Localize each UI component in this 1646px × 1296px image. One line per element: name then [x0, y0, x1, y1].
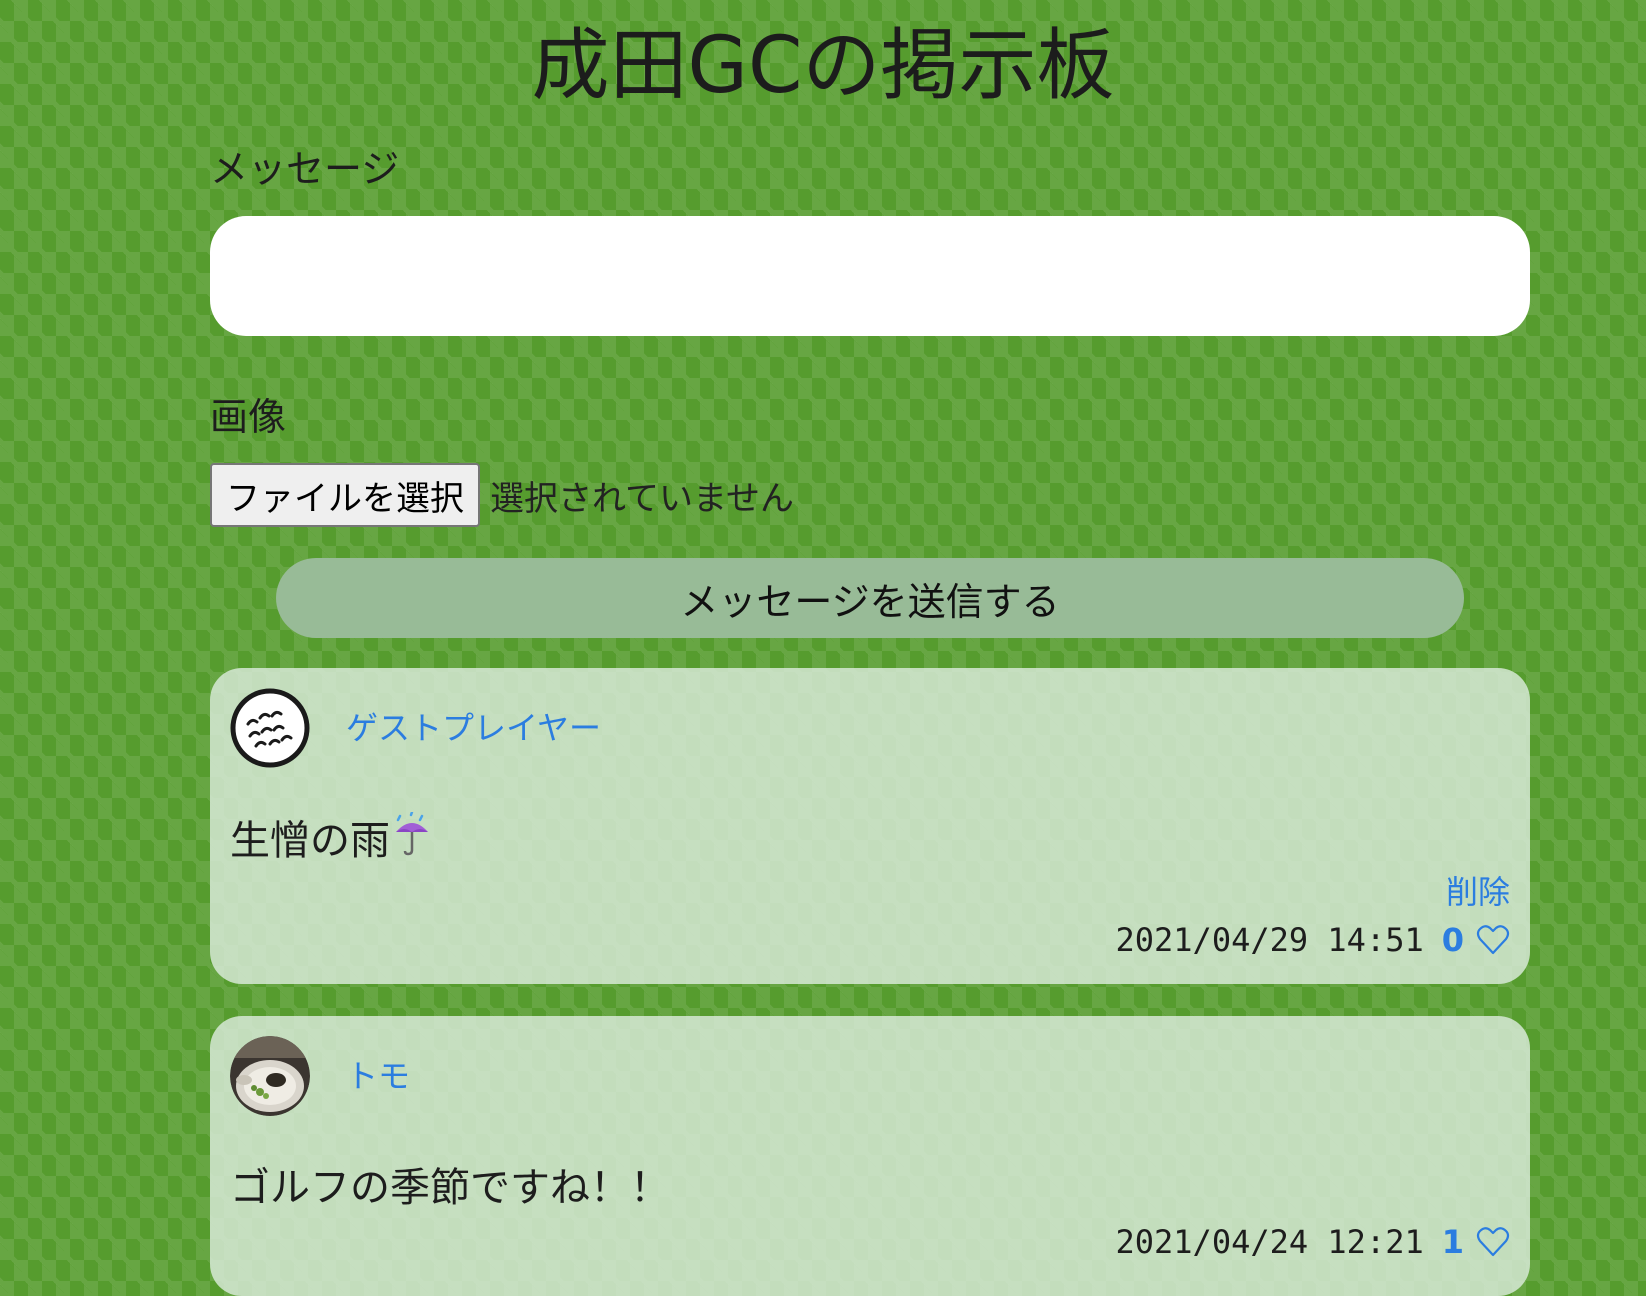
- image-label: 画像: [210, 395, 287, 439]
- post-timestamp: 2021/04/29 14:51: [1115, 921, 1424, 959]
- post-meta: 2021/04/24 12:21 1: [1115, 1220, 1510, 1264]
- post-timestamp: 2021/04/24 12:21: [1115, 1223, 1424, 1261]
- post-message: ゴルフの季節ですね！！: [230, 1162, 670, 1214]
- heart-outline-icon[interactable]: [1476, 923, 1510, 957]
- send-message-button[interactable]: メッセージを送信する: [276, 558, 1464, 638]
- file-input: ファイルを選択 選択されていません: [210, 463, 794, 527]
- golf-ball-icon[interactable]: [230, 688, 310, 768]
- post-card: トモ ゴルフの季節ですね！！ 2021/04/24 12:21 1: [210, 1016, 1530, 1296]
- heart-outline-icon[interactable]: [1476, 1225, 1510, 1259]
- like-count: 0: [1441, 921, 1464, 959]
- choose-file-button[interactable]: ファイルを選択: [210, 463, 480, 527]
- post-message-text: 生憎の雨: [230, 817, 390, 864]
- delete-link[interactable]: 削除: [1446, 870, 1510, 914]
- message-label: メッセージ: [210, 147, 400, 191]
- post-card: ゲストプレイヤー 生憎の雨 削除 2021/04/29 14:51 0: [210, 668, 1530, 984]
- file-status-text: 選択されていません: [490, 478, 794, 519]
- message-input[interactable]: [210, 216, 1530, 336]
- umbrella-rain-icon: [392, 810, 432, 869]
- ramen-photo-icon[interactable]: [230, 1036, 310, 1116]
- page-title: 成田GCの掲示板: [531, 21, 1115, 111]
- post-meta: 2021/04/29 14:51 0: [1115, 918, 1510, 962]
- post-message-text: ゴルフの季節ですね！！: [230, 1165, 670, 1211]
- like-count: 1: [1441, 1223, 1464, 1261]
- post-username[interactable]: ゲストプレイヤー: [346, 706, 601, 750]
- post-message: 生憎の雨: [230, 810, 432, 869]
- post-username[interactable]: トモ: [346, 1054, 410, 1098]
